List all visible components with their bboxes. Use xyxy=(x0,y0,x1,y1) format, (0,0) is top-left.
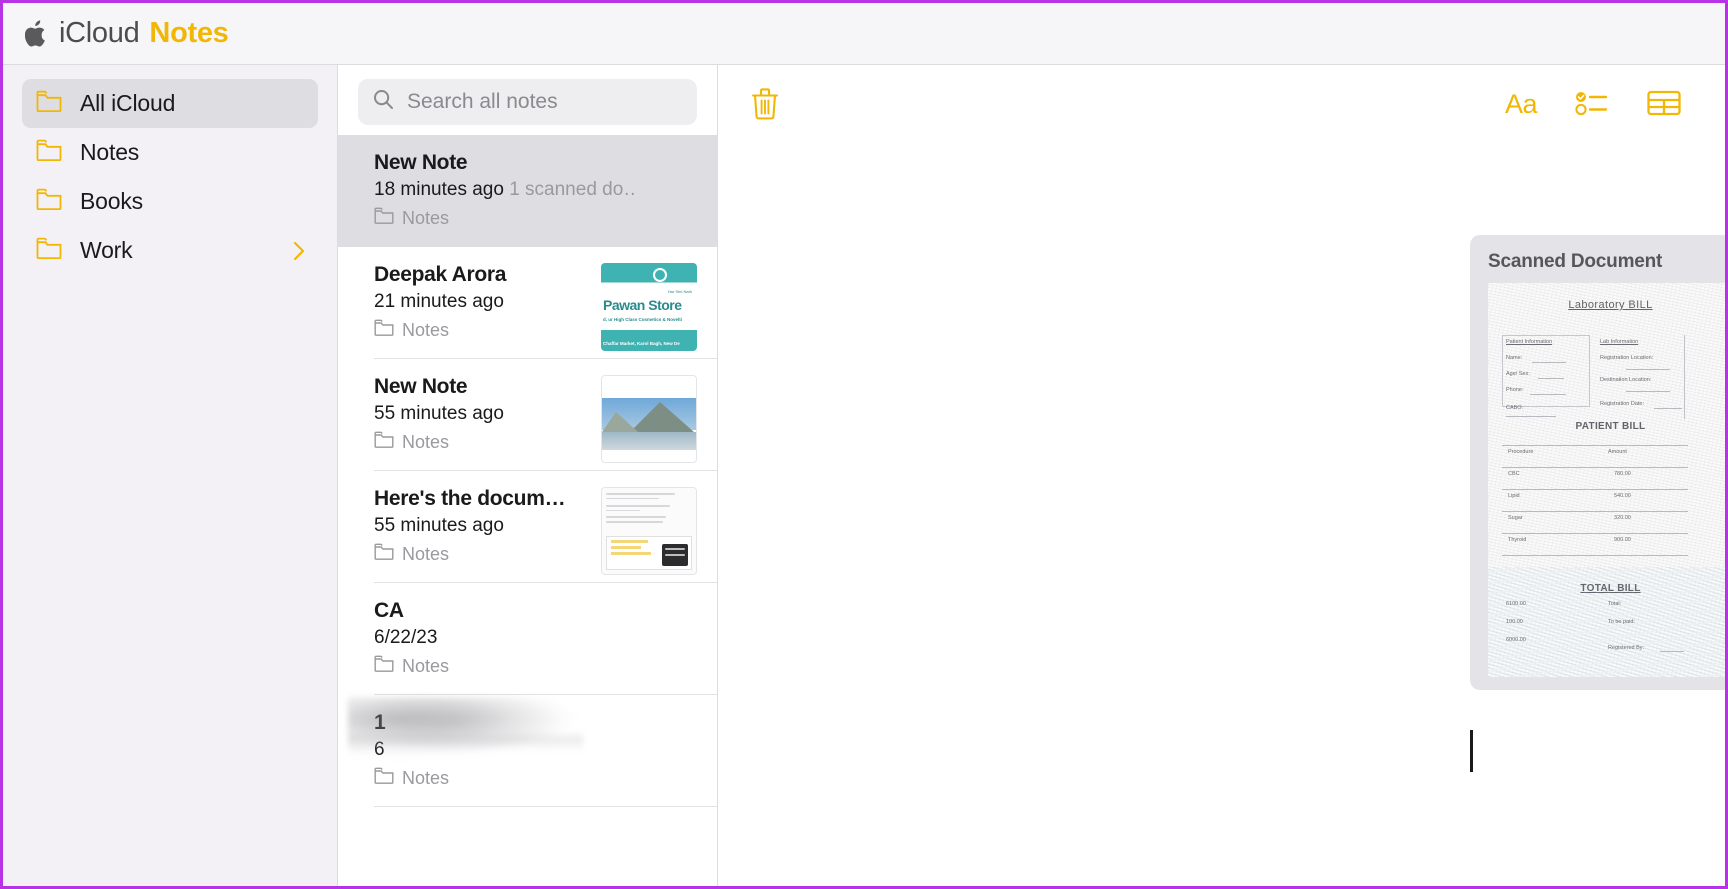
note-title: 1 xyxy=(374,711,386,734)
sidebar-item-books[interactable]: Books xyxy=(22,177,318,226)
brand-icloud-label: iCloud xyxy=(59,17,140,49)
note-time: 6/22/23 xyxy=(374,627,438,648)
search-icon xyxy=(373,89,394,115)
note-title: New Note xyxy=(374,151,468,174)
app-header: iCloud Notes xyxy=(3,3,1725,65)
editor-toolbar: Aa xyxy=(718,65,1725,143)
note-time: 18 minutes ago xyxy=(374,179,504,200)
attachment-title: Scanned Document xyxy=(1488,251,1663,272)
note-meta: 55 minutes ago xyxy=(374,515,634,537)
search-input[interactable] xyxy=(407,90,682,114)
note-meta: 21 minutes ago xyxy=(374,291,634,313)
list-item[interactable]: Deepak Arora 21 minutes ago Notes Har Sh… xyxy=(338,247,717,359)
note-snippet: 1 scanned do… xyxy=(509,179,634,200)
scan-field: Name: xyxy=(1506,355,1523,361)
seal-icon xyxy=(653,268,667,282)
sidebar-item-label: All iCloud xyxy=(80,90,176,116)
note-time: 21 minutes ago xyxy=(374,291,504,312)
thumb-store-name: Pawan Store xyxy=(603,297,682,313)
note-title: CA xyxy=(374,599,404,622)
folder-icon xyxy=(36,188,62,215)
sidebar-item-label: Notes xyxy=(80,139,140,165)
note-time: 55 minutes ago xyxy=(374,515,504,536)
list-item[interactable]: Here's the docum… 55 minutes ago Notes xyxy=(338,471,717,583)
scan-field: Age/ Sex: xyxy=(1506,371,1530,377)
note-meta: 6 2 xyxy=(374,739,634,761)
notes-list-panel: New Note 18 minutes ago 1 scanned do… No… xyxy=(338,65,718,886)
scan-heading: Laboratory BILL xyxy=(1568,299,1653,311)
note-thumbnail xyxy=(601,487,697,575)
scan-section-label: Patient Information xyxy=(1506,339,1553,345)
folder-icon xyxy=(36,237,62,264)
note-meta: 6/22/23 xyxy=(374,627,634,649)
insert-table-button[interactable] xyxy=(1645,87,1683,122)
folder-icon xyxy=(374,767,394,789)
note-time: 6 xyxy=(374,739,385,760)
search-bar-container xyxy=(338,65,717,135)
thumb-address: Chaffar Market, Karol Bagh, New De xyxy=(603,341,680,346)
sidebar-item-label: Work xyxy=(80,237,133,263)
thumb-subtitle: d. ur High Class Cosmetics & Novelti xyxy=(603,317,683,322)
search-box[interactable] xyxy=(358,79,697,125)
icloud-notes-window: iCloud Notes All iCloud Notes Books Work… xyxy=(0,0,1728,889)
thumb-tagline: Har Shri Nath xyxy=(667,289,692,294)
checklist-icon xyxy=(1575,89,1609,120)
note-folder-label: Notes xyxy=(402,543,450,564)
note-thumbnail xyxy=(601,375,697,463)
note-folder-label: Notes xyxy=(402,207,450,228)
scan-field: Registration Date: xyxy=(1600,401,1645,407)
note-editor-panel: Aa Scanned Document Laboratory BILL Pati… xyxy=(718,65,1725,886)
trash-icon xyxy=(750,86,780,123)
note-folder: Notes xyxy=(374,655,695,677)
checklist-button[interactable] xyxy=(1573,87,1611,122)
sidebar-item-notes[interactable]: Notes xyxy=(22,128,318,177)
folder-icon xyxy=(374,207,394,229)
list-item[interactable]: 1 6 2 Notes xyxy=(338,695,717,807)
scan-section-label: Lab Information xyxy=(1600,339,1639,345)
folder-icon xyxy=(36,139,62,166)
folders-sidebar: All iCloud Notes Books Work xyxy=(3,65,338,886)
note-folder: Notes xyxy=(374,207,695,229)
note-title: New Note xyxy=(374,375,468,398)
note-time: 55 minutes ago xyxy=(374,403,504,424)
table-icon xyxy=(1647,89,1681,120)
scan-field: Destination Location: xyxy=(1600,377,1652,383)
folder-icon xyxy=(374,655,394,677)
sidebar-item-label: Books xyxy=(80,188,143,214)
note-thumbnail: Har Shri Nath Pawan Store d. ur High Cla… xyxy=(601,263,697,351)
scan-subheading: PATIENT BILL xyxy=(1575,421,1646,432)
apple-logo-icon xyxy=(25,19,49,49)
chevron-right-icon[interactable] xyxy=(292,240,306,262)
scan-field: Registration Location: xyxy=(1600,355,1654,361)
folder-icon xyxy=(36,90,62,117)
format-text-button[interactable]: Aa xyxy=(1503,89,1539,120)
note-folder-label: Notes xyxy=(402,767,450,788)
note-folder-label: Notes xyxy=(402,319,450,340)
folder-icon xyxy=(374,543,394,565)
folder-icon xyxy=(374,431,394,453)
list-item[interactable]: New Note 55 minutes ago Notes xyxy=(338,359,717,471)
text-cursor[interactable] xyxy=(1470,730,1473,772)
scanned-document-attachment[interactable]: Scanned Document Laboratory BILL Patient… xyxy=(1470,235,1725,690)
note-folder: Notes xyxy=(374,767,695,789)
delete-note-button[interactable] xyxy=(748,84,782,125)
scan-field: CABO: xyxy=(1506,405,1524,411)
sidebar-item-all-icloud[interactable]: All iCloud xyxy=(22,79,318,128)
list-item[interactable]: CA 6/22/23 Notes xyxy=(338,583,717,695)
note-title: Here's the docum… xyxy=(374,487,566,510)
note-folder-label: Notes xyxy=(402,655,450,676)
sidebar-item-work[interactable]: Work xyxy=(22,226,318,275)
brand-app-label: Notes xyxy=(149,17,229,49)
folder-icon xyxy=(374,319,394,341)
note-meta: 55 minutes ago xyxy=(374,403,634,425)
scan-field: Phone: xyxy=(1506,387,1524,393)
scan-page-1: Laboratory BILL Patient Information Name… xyxy=(1488,283,1725,677)
note-meta: 18 minutes ago 1 scanned do… xyxy=(374,179,634,201)
note-title: Deepak Arora xyxy=(374,263,507,286)
list-item[interactable]: New Note 18 minutes ago 1 scanned do… No… xyxy=(338,135,717,247)
note-folder-label: Notes xyxy=(402,431,450,452)
